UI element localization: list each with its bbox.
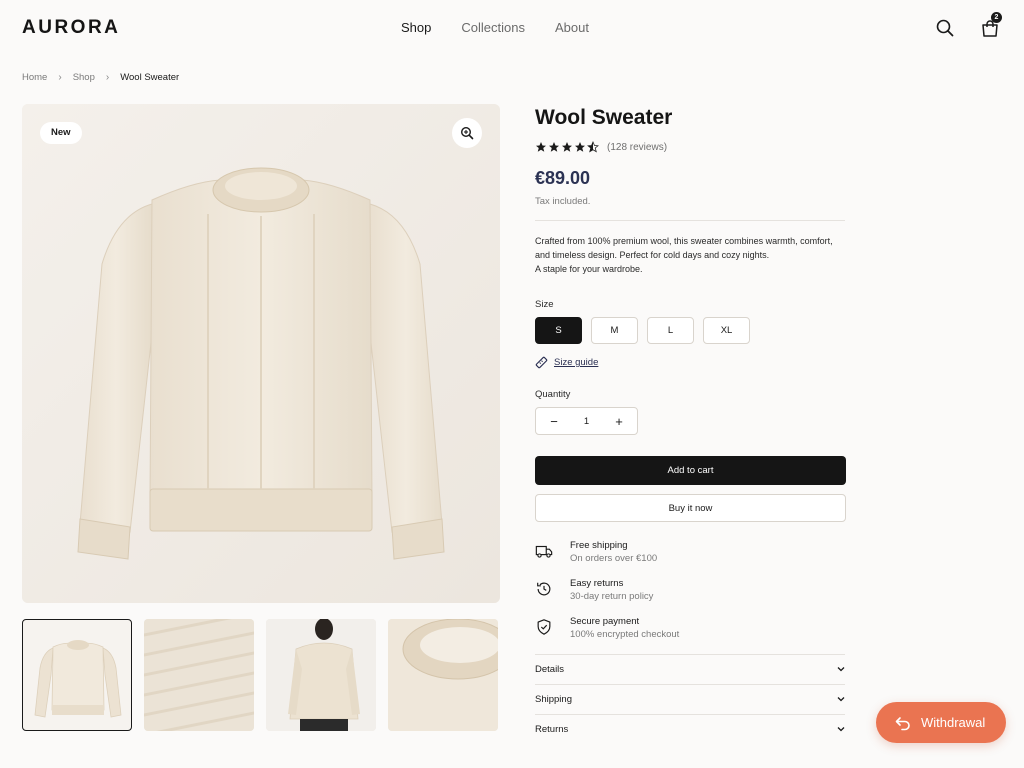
perk-title: Easy returns — [570, 578, 624, 589]
divider — [535, 220, 845, 221]
size-option-xl[interactable]: XL — [703, 317, 750, 344]
product-description: Crafted from 100% premium wool, this swe… — [535, 234, 855, 276]
truck-icon — [535, 545, 553, 558]
star-icon — [562, 142, 572, 152]
main-nav: Shop Collections About — [401, 20, 619, 35]
accordion-shipping[interactable]: Shipping — [535, 684, 846, 714]
perk-title: Free shipping — [570, 540, 628, 551]
new-badge: New — [40, 122, 82, 144]
ruler-icon — [535, 356, 548, 369]
accordion-details[interactable]: Details — [535, 654, 846, 684]
buy-it-now-button[interactable]: Buy it now — [535, 494, 846, 522]
perk-free-shipping: Free shipping On orders over €100 — [535, 540, 657, 566]
perk-subtitle: 30-day return policy — [570, 591, 654, 602]
site-header: AURORA Shop Collections About 2 — [0, 0, 1024, 56]
half-star-icon — [587, 141, 599, 153]
add-to-cart-button[interactable]: Add to cart — [535, 456, 846, 485]
star-icon — [575, 142, 585, 152]
accordion-returns[interactable]: Returns — [535, 714, 846, 744]
chevron-right-icon: › — [105, 72, 110, 83]
star-rating — [535, 141, 599, 153]
shopping-bag-icon[interactable]: 2 — [979, 12, 1002, 39]
logo[interactable]: AURORA — [22, 17, 120, 39]
zoom-in-icon[interactable] — [452, 118, 482, 148]
undo-arrow-icon — [895, 716, 910, 730]
tax-note: Tax included. — [535, 196, 591, 207]
star-icon — [536, 142, 546, 152]
accordion-label: Details — [535, 663, 565, 675]
perk-subtitle: On orders over €100 — [570, 553, 658, 564]
quantity-value[interactable]: 1 — [584, 416, 589, 427]
size-label: Size — [535, 299, 554, 310]
withdrawal-button[interactable]: Withdrawal — [876, 702, 1006, 743]
plus-icon[interactable]: + — [613, 414, 625, 429]
accordion-label: Shipping — [535, 693, 572, 705]
thumbnail-collar-detail[interactable] — [388, 619, 498, 731]
chevron-down-icon — [837, 667, 845, 672]
description-line: and timeless design. Perfect for cold da… — [535, 250, 770, 260]
star-icon — [549, 142, 559, 152]
size-guide-link[interactable]: Size guide — [535, 356, 598, 369]
size-option-l[interactable]: L — [647, 317, 694, 344]
nav-collections[interactable]: Collections — [461, 20, 525, 35]
history-icon — [537, 582, 551, 596]
size-guide-text[interactable]: Size guide — [554, 357, 598, 368]
accordion-label: Returns — [535, 723, 569, 735]
perk-subtitle: 100% encrypted checkout — [570, 629, 680, 640]
shield-check-icon — [537, 619, 551, 635]
thumbnail-model-back[interactable] — [266, 619, 376, 731]
thumbnail-strip — [22, 619, 500, 731]
size-selector: S M L XL — [535, 317, 750, 344]
size-option-m[interactable]: M — [591, 317, 638, 344]
withdrawal-label: Withdrawal — [921, 715, 986, 730]
nav-about[interactable]: About — [555, 20, 589, 35]
thumbnail-knit-detail[interactable] — [144, 619, 254, 731]
size-option-s[interactable]: S — [535, 317, 582, 344]
breadcrumb: Home › Shop › Wool Sweater — [22, 72, 179, 83]
product-rating[interactable]: (128 reviews) — [535, 141, 667, 153]
quantity-stepper: − 1 + — [535, 407, 638, 435]
sweater-image — [22, 104, 500, 603]
nav-shop[interactable]: Shop — [401, 20, 431, 35]
product-price: €89.00 — [535, 168, 591, 188]
breadcrumb-shop[interactable]: Shop — [73, 72, 95, 83]
chevron-down-icon — [837, 727, 845, 732]
cart-count-badge: 2 — [991, 12, 1002, 23]
product-title: Wool Sweater — [535, 106, 673, 129]
quantity-label: Quantity — [535, 389, 571, 400]
thumbnail-front[interactable] — [22, 619, 132, 731]
perk-secure-payment: Secure payment 100% encrypted checkout — [535, 616, 679, 642]
breadcrumb-current: Wool Sweater — [120, 72, 180, 83]
main-product-image[interactable]: New — [22, 104, 500, 603]
review-count[interactable]: (128 reviews) — [607, 142, 667, 153]
chevron-right-icon: › — [58, 72, 62, 83]
breadcrumb-home[interactable]: Home — [22, 72, 47, 83]
perk-easy-returns: Easy returns 30-day return policy — [535, 578, 653, 604]
description-line: Crafted from 100% premium wool, this swe… — [535, 236, 833, 246]
perk-title: Secure payment — [570, 616, 640, 627]
minus-icon[interactable]: − — [548, 414, 560, 429]
search-icon[interactable] — [934, 17, 956, 39]
chevron-down-icon — [837, 697, 845, 702]
description-line: A staple for your wardrobe. — [535, 264, 643, 274]
